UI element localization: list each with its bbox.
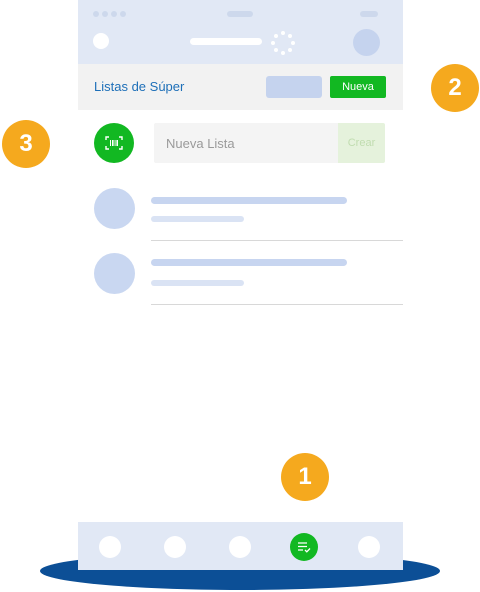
list-item-title-placeholder bbox=[151, 259, 347, 266]
title-placeholder bbox=[190, 38, 262, 45]
tab-lists[interactable] bbox=[290, 533, 318, 561]
create-list-button[interactable]: Crear bbox=[338, 123, 385, 163]
loading-spinner-icon bbox=[271, 31, 295, 55]
list-divider bbox=[151, 240, 403, 241]
status-dot bbox=[111, 11, 117, 17]
step-badge-2: 2 bbox=[431, 64, 479, 112]
status-dot bbox=[102, 11, 108, 17]
tab-2[interactable] bbox=[164, 536, 186, 558]
barcode-scan-button[interactable] bbox=[94, 123, 134, 163]
list-item-subtitle-placeholder bbox=[151, 216, 244, 222]
bottom-tab-bar bbox=[78, 522, 403, 570]
profile-avatar[interactable] bbox=[353, 29, 380, 56]
list-divider bbox=[151, 304, 403, 305]
menu-button[interactable] bbox=[93, 33, 109, 49]
tab-1[interactable] bbox=[99, 536, 121, 558]
tab-3[interactable] bbox=[229, 536, 251, 558]
new-list-field-wrapper bbox=[154, 123, 338, 163]
list-item-subtitle-placeholder bbox=[151, 280, 244, 286]
new-list-input[interactable] bbox=[154, 123, 336, 163]
checklist-icon bbox=[298, 542, 311, 553]
new-list-button[interactable]: Nueva bbox=[330, 76, 386, 98]
list-item-avatar bbox=[94, 188, 135, 229]
phone-screen: Listas de Súper Nueva Crear bbox=[78, 0, 403, 570]
step-badge-3: 3 bbox=[2, 120, 50, 168]
barcode-scan-icon bbox=[105, 136, 123, 150]
status-dot bbox=[120, 11, 126, 17]
list-item-avatar bbox=[94, 253, 135, 294]
list-item-title-placeholder bbox=[151, 197, 347, 204]
lists-header: Listas de Súper Nueva bbox=[78, 64, 403, 110]
header-action-placeholder[interactable] bbox=[266, 76, 322, 98]
page-title: Listas de Súper bbox=[94, 79, 185, 94]
app-top-bar bbox=[78, 0, 403, 64]
status-dot bbox=[93, 11, 99, 17]
tab-5[interactable] bbox=[358, 536, 380, 558]
status-battery-placeholder bbox=[360, 11, 378, 17]
status-time-placeholder bbox=[227, 11, 253, 17]
step-badge-1: 1 bbox=[281, 453, 329, 501]
